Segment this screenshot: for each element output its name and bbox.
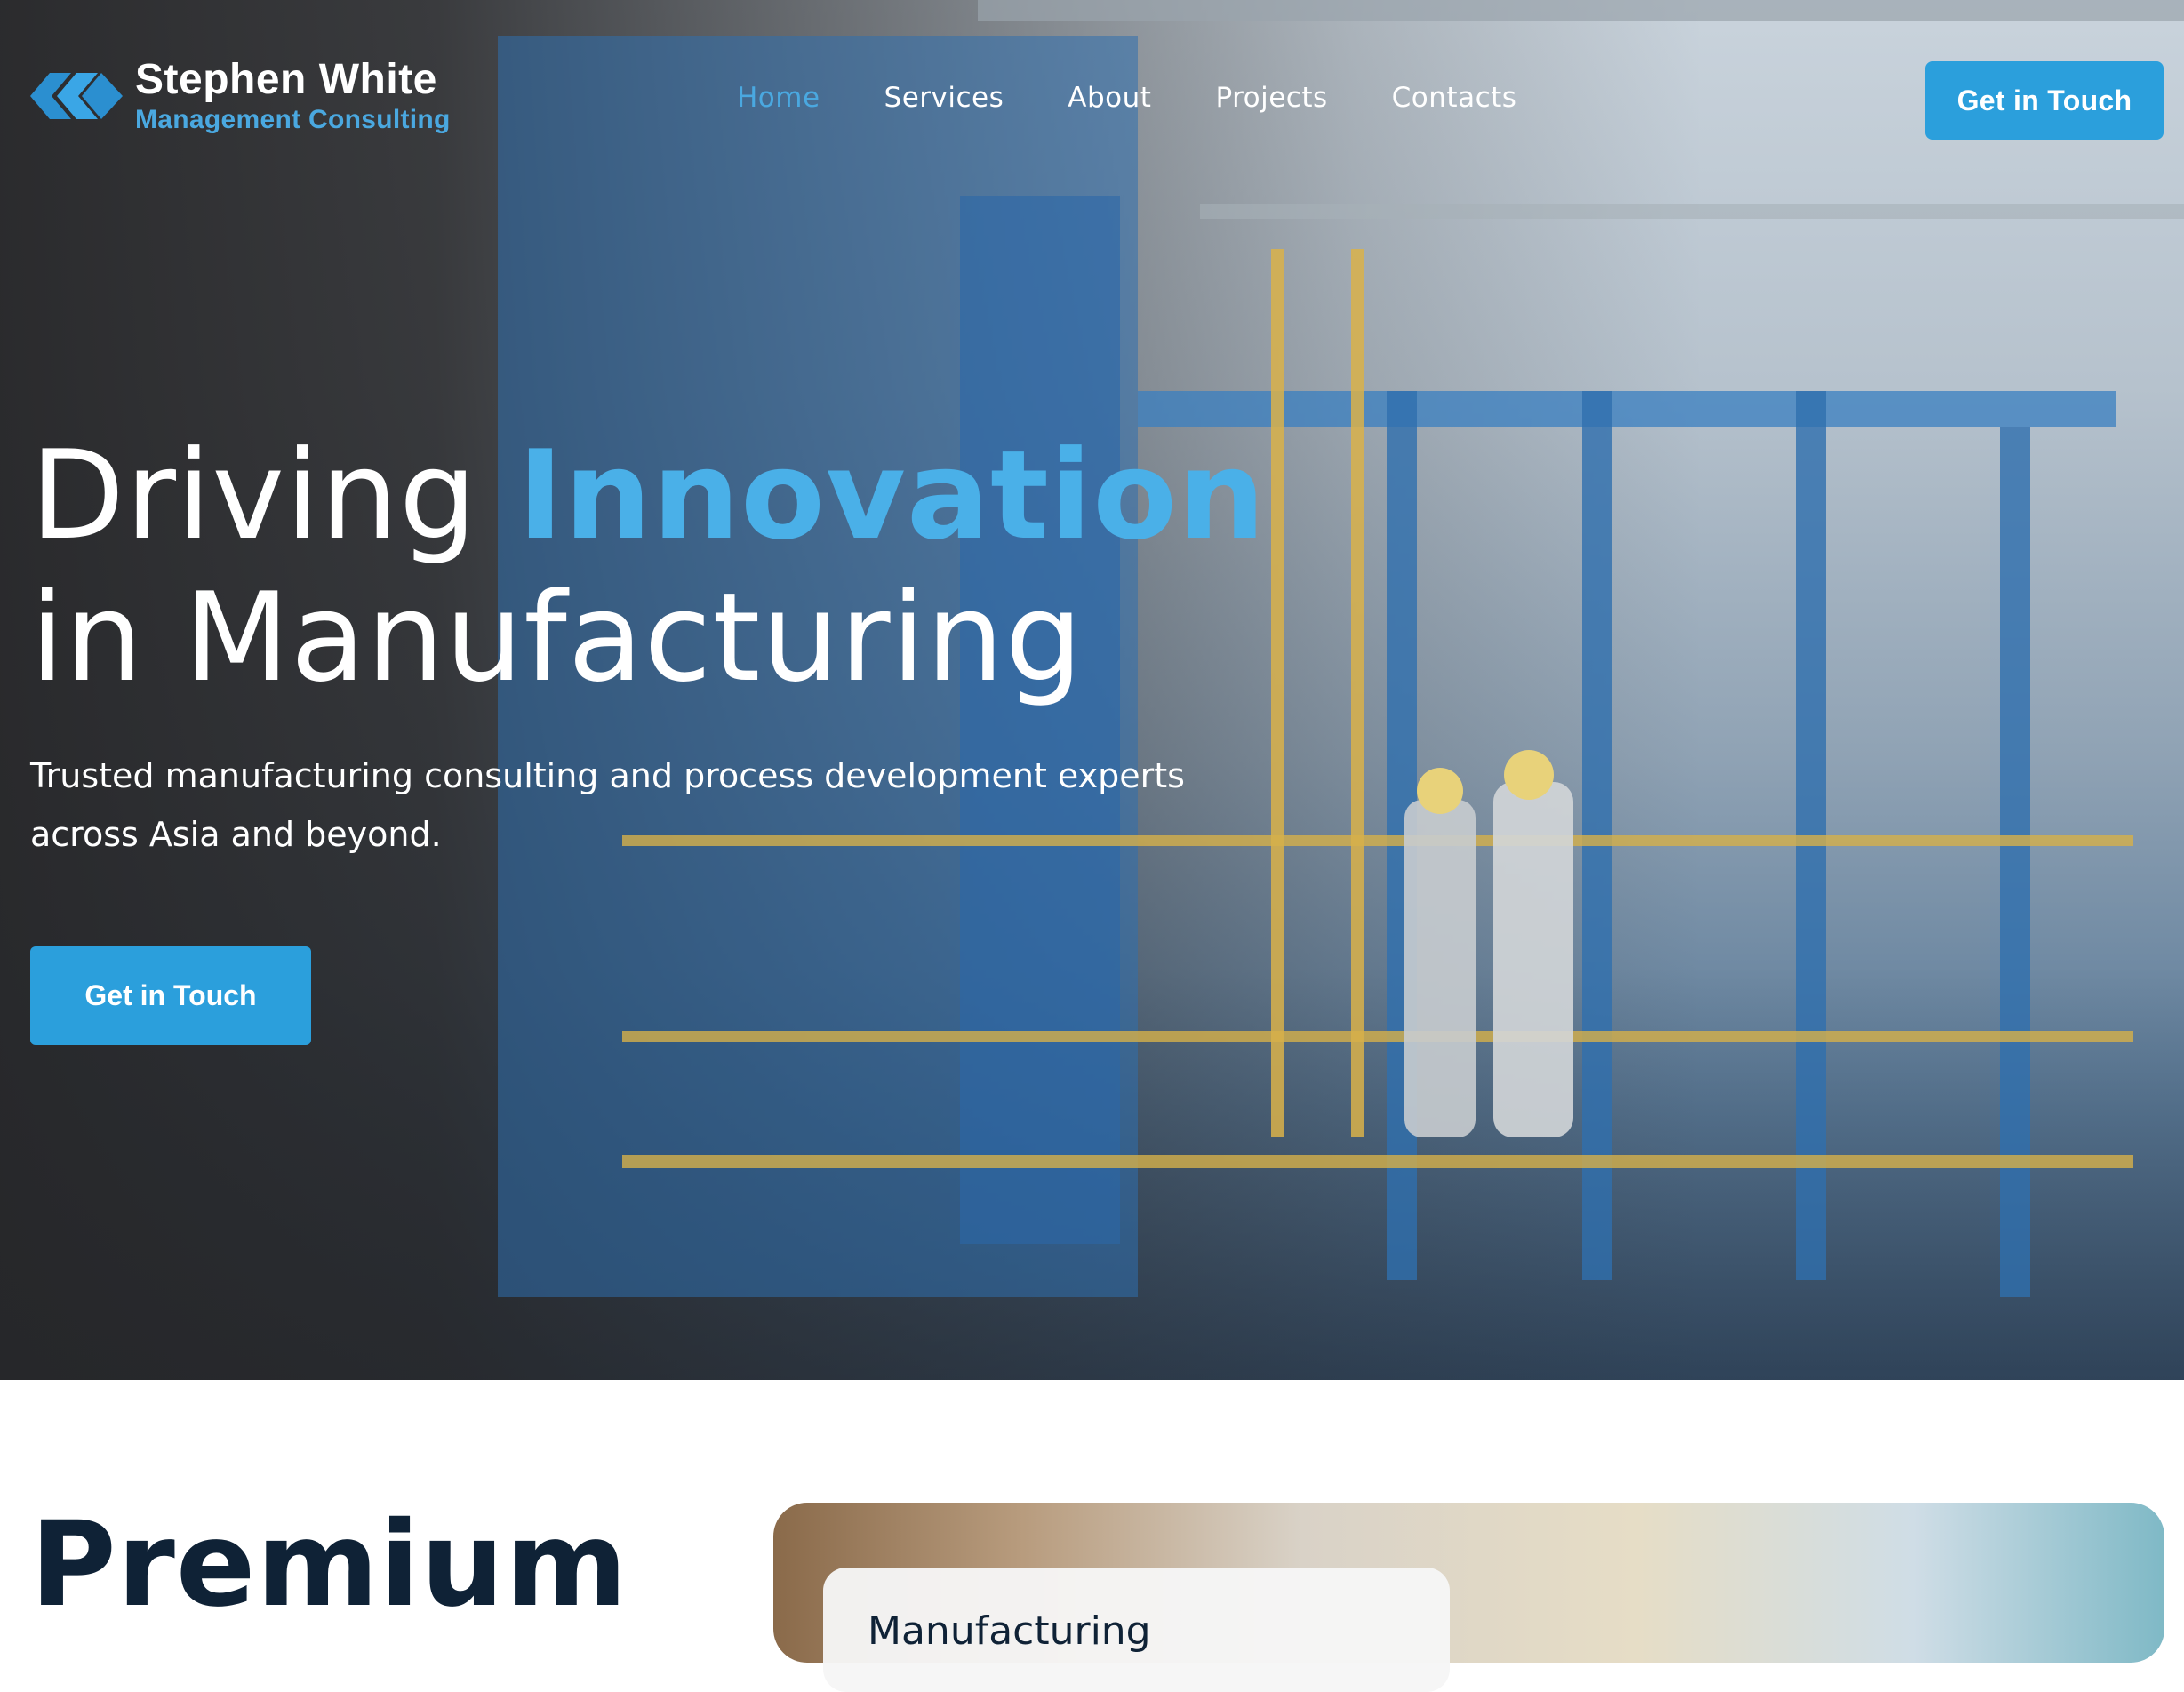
headline-accent: Innovation bbox=[517, 424, 1267, 567]
header-get-in-touch-button[interactable]: Get in Touch bbox=[1925, 61, 2164, 140]
nav-item-projects[interactable]: Projects bbox=[1215, 82, 1327, 114]
brand-tagline: Management Consulting bbox=[135, 105, 451, 134]
main-nav: Home Services About Projects Contacts bbox=[737, 82, 1580, 114]
headline-part-1: Driving bbox=[30, 424, 518, 567]
nav-item-about[interactable]: About bbox=[1068, 82, 1151, 114]
headline-line-2: in Manufacturing bbox=[30, 566, 1084, 709]
brand-logo[interactable]: Stephen White Management Consulting bbox=[30, 59, 451, 133]
nav-item-contacts[interactable]: Contacts bbox=[1392, 82, 1517, 114]
chain-link-logo-icon bbox=[30, 73, 123, 119]
nav-item-services[interactable]: Services bbox=[884, 82, 1004, 114]
hero-subtext: Trusted manufacturing consulting and pro… bbox=[30, 756, 1185, 854]
section-heading: Premium bbox=[30, 1496, 628, 1633]
brand-name: Stephen White bbox=[135, 56, 437, 103]
service-card-title: Manufacturing bbox=[868, 1608, 1151, 1654]
nav-item-home[interactable]: Home bbox=[737, 82, 820, 114]
service-card-label[interactable]: Manufacturing bbox=[823, 1568, 1450, 1692]
hero-get-in-touch-button[interactable]: Get in Touch bbox=[30, 946, 311, 1045]
hero-headline: Driving Innovation in Manufacturing bbox=[30, 425, 1266, 709]
